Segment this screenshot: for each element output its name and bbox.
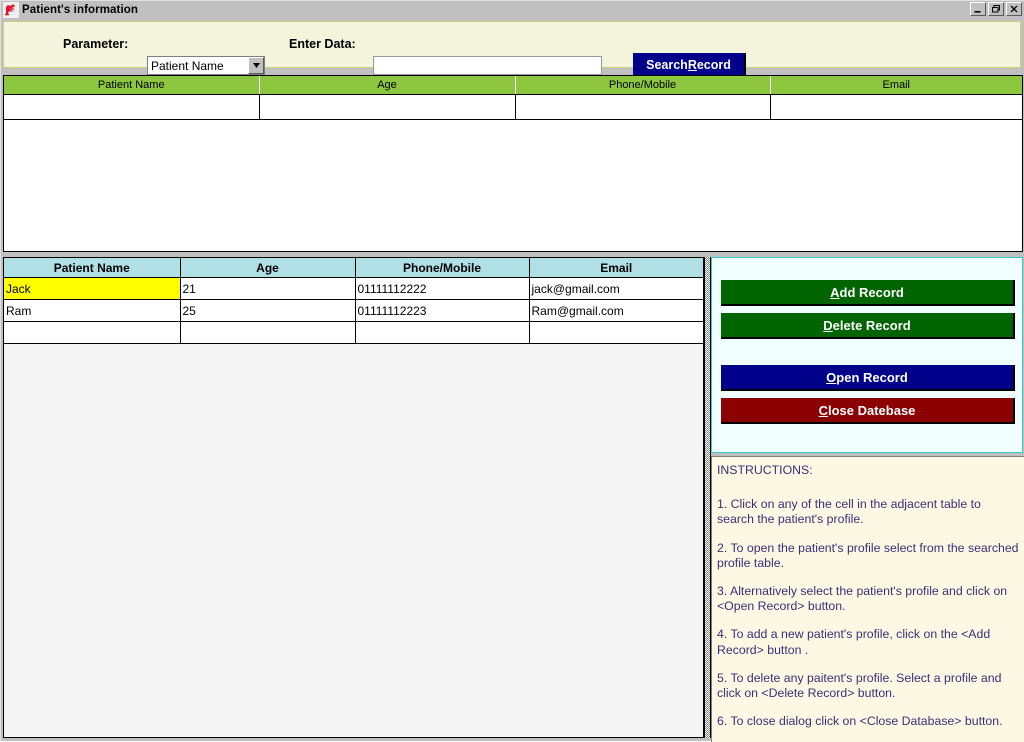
cell-phone[interactable]: 01111112223: [355, 299, 530, 322]
chevron-down-icon[interactable]: [248, 57, 264, 74]
close-button[interactable]: [1006, 2, 1022, 16]
column-header-email[interactable]: Email: [770, 76, 1022, 95]
open-record-accesskey: O: [826, 369, 837, 385]
close-database-label: lose Datebase: [827, 402, 916, 418]
instruction-item-3: 3. Alternatively select the patient's pr…: [717, 584, 1008, 614]
title-bar: Patient's information: [1, 1, 1024, 19]
column-header-phone[interactable]: Phone/Mobile: [515, 76, 771, 95]
table-row[interactable]: [4, 321, 703, 344]
column-header-patient-name[interactable]: Patient Name: [4, 258, 181, 278]
cell-phone[interactable]: [355, 321, 530, 344]
open-record-button[interactable]: Open Record: [721, 365, 1015, 391]
instruction-item-2: 2. To open the patient's profile select …: [717, 540, 1019, 570]
column-header-age[interactable]: Age: [259, 76, 516, 95]
search-results-table: Patient Name Age Phone/Mobile Email: [4, 76, 1022, 120]
cell-phone[interactable]: 01111112222: [355, 277, 530, 300]
table-row[interactable]: Jack 21 01111112222 jack@gmail.com: [4, 277, 703, 300]
minimize-button[interactable]: [970, 2, 986, 16]
instructions-title: INSTRUCTIONS:: [717, 463, 813, 477]
cell-age[interactable]: [180, 321, 356, 344]
close-database-button[interactable]: Close Datebase: [721, 398, 1015, 424]
parameter-dropdown[interactable]: Patient Name: [147, 56, 265, 75]
search-results-grid[interactable]: Patient Name Age Phone/Mobile Email: [3, 75, 1023, 252]
enter-data-label: Enter Data:: [289, 37, 356, 51]
cell-email[interactable]: Ram@gmail.com: [529, 299, 703, 322]
delete-record-label: elete Record: [832, 317, 911, 333]
maximize-restore-button[interactable]: [988, 2, 1004, 16]
cell-patient-name[interactable]: Jack: [4, 277, 181, 300]
cell-age[interactable]: 21: [180, 277, 356, 300]
table-row[interactable]: Ram 25 01111112223 Ram@gmail.com: [4, 299, 703, 322]
cell-patient-name[interactable]: [4, 321, 181, 344]
search-record-accesskey: R: [687, 57, 697, 72]
application-window: Patient's information Parameter: Patient…: [0, 0, 1024, 742]
instruction-item-5: 5. To delete any paitent's profile. Sele…: [717, 670, 1002, 701]
window-controls: [970, 2, 1022, 16]
table-header-row: Patient Name Age Phone/Mobile Email: [4, 76, 1022, 95]
search-record-label-prefix: Search: [646, 57, 688, 72]
enter-data-input[interactable]: [373, 56, 602, 75]
records-table: Patient Name Age Phone/Mobile Email Jack…: [4, 258, 703, 344]
column-header-age[interactable]: Age: [180, 258, 356, 278]
cell-patient-name[interactable]: [4, 94, 260, 120]
add-record-button[interactable]: Add Record: [721, 280, 1015, 306]
instruction-item-4: 4. To add a new patient's profile, click…: [717, 627, 991, 657]
action-button-panel: Add Record Delete Record Open Record Clo…: [711, 257, 1023, 453]
parameter-selected-value: Patient Name: [151, 58, 224, 73]
delete-record-accesskey: D: [823, 317, 833, 333]
records-grid-vertical-scrollbar[interactable]: [704, 257, 711, 738]
column-header-email[interactable]: Email: [529, 258, 703, 278]
cell-age[interactable]: 25: [180, 299, 356, 322]
instruction-item-1: 1. Click on any of the cell in the adjac…: [717, 497, 981, 527]
cell-phone[interactable]: [515, 94, 771, 120]
search-record-label-suffix: ecord: [696, 57, 731, 72]
instructions-panel: INSTRUCTIONS: 1. Click on any of the cel…: [711, 456, 1024, 742]
table-header-row: Patient Name Age Phone/Mobile Email: [4, 258, 703, 278]
window-title: Patient's information: [22, 4, 139, 16]
delete-record-button[interactable]: Delete Record: [721, 313, 1015, 339]
cell-email[interactable]: jack@gmail.com: [529, 277, 703, 300]
cell-age[interactable]: [259, 94, 516, 120]
add-record-label: dd Record: [839, 284, 904, 300]
cell-email[interactable]: [529, 321, 703, 344]
bird-flag-icon: [3, 2, 19, 18]
parameter-label: Parameter:: [63, 37, 129, 51]
records-grid[interactable]: Patient Name Age Phone/Mobile Email Jack…: [3, 257, 704, 738]
open-record-label: pen Record: [836, 369, 908, 385]
close-database-accesskey: C: [818, 402, 828, 418]
table-row[interactable]: [4, 94, 1022, 120]
cell-email[interactable]: [770, 94, 1022, 120]
column-header-phone[interactable]: Phone/Mobile: [355, 258, 530, 278]
search-toolbar: Parameter: Patient Name Enter Data: Sear…: [3, 21, 1021, 78]
add-record-accesskey: A: [830, 284, 840, 300]
column-header-patient-name[interactable]: Patient Name: [4, 76, 260, 95]
instruction-item-6: 6. To close dialog click on <Close Datab…: [717, 714, 1003, 729]
cell-patient-name[interactable]: Ram: [4, 299, 181, 322]
